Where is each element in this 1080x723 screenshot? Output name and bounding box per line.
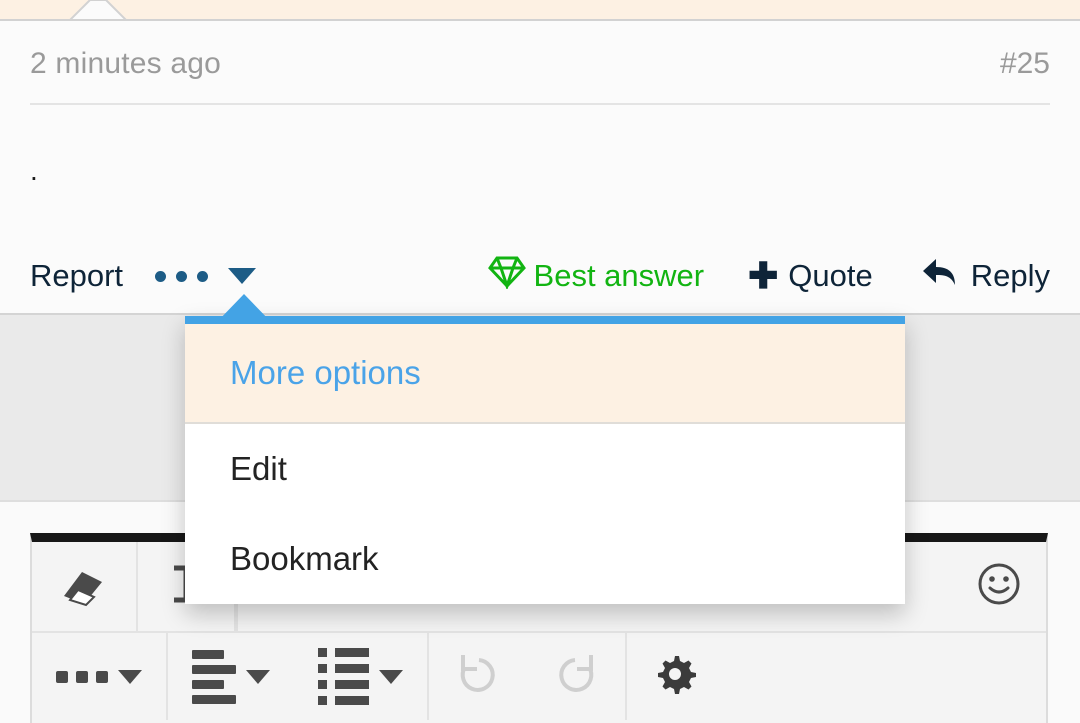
more-options-button[interactable] (155, 268, 257, 284)
reply-button[interactable]: Reply (921, 255, 1050, 297)
ellipsis-icon (56, 670, 108, 683)
best-answer-button[interactable]: Best answer (487, 255, 705, 297)
eraser-icon (56, 560, 112, 613)
reply-arrow-icon (921, 255, 963, 297)
toolbar-group-history (429, 633, 627, 720)
dropdown-header-more-options[interactable]: More options (185, 324, 905, 424)
redo-button[interactable] (527, 633, 625, 720)
post-number[interactable]: #25 (1000, 47, 1050, 81)
post-action-bar: Report Best answer ✚ Quote Reply (0, 243, 1080, 309)
undo-icon (453, 651, 503, 702)
quote-label: Quote (788, 258, 873, 293)
post-body: . (30, 155, 38, 186)
eraser-button[interactable] (32, 542, 136, 631)
page-root: 2 minutes ago #25 . Report Best answer ✚… (0, 0, 1080, 723)
toolbar-group-settings (627, 633, 723, 720)
post-date: 2 minutes ago (30, 47, 222, 80)
dropdown-pointer-icon (213, 292, 275, 324)
align-left-icon (192, 649, 236, 704)
dropdown-header-label: More options (230, 354, 421, 391)
chevron-down-icon (379, 669, 403, 684)
post-meta: 2 minutes ago #25 (30, 47, 1050, 81)
chevron-down-icon (246, 669, 270, 684)
post-divider (30, 103, 1050, 105)
chevron-down-icon (118, 669, 142, 684)
align-button[interactable] (168, 633, 294, 720)
settings-button[interactable] (627, 633, 723, 720)
diamond-icon (487, 255, 526, 297)
dropdown-item-edit[interactable]: Edit (185, 424, 905, 514)
gear-icon (651, 650, 699, 703)
list-button[interactable] (294, 633, 427, 720)
report-button[interactable]: Report (30, 258, 123, 294)
top-banner (0, 0, 1080, 21)
dropdown-item-label: Edit (230, 450, 287, 487)
reply-label: Reply (970, 258, 1050, 293)
redo-icon (551, 651, 601, 702)
toolbar-group-paragraph (168, 633, 429, 720)
chevron-down-icon (228, 268, 257, 284)
toolbar-group-clean (32, 542, 138, 631)
plus-icon: ✚ (748, 255, 779, 296)
report-label: Report (30, 258, 124, 293)
dropdown-item-bookmark[interactable]: Bookmark (185, 514, 905, 604)
toolbar-spacer-secondary (723, 633, 1046, 720)
more-formats-button[interactable] (32, 633, 166, 720)
post-card: 2 minutes ago #25 . Report Best answer ✚… (0, 21, 1080, 313)
triangle-notch-icon (68, 0, 128, 19)
toolbar-row-secondary (32, 631, 1046, 720)
undo-button[interactable] (429, 633, 527, 720)
bullet-list-icon (318, 648, 369, 705)
best-answer-label: Best answer (533, 258, 705, 293)
emoji-button[interactable] (952, 542, 1046, 631)
ellipsis-icon (155, 270, 209, 282)
toolbar-group-more-formats (32, 633, 168, 720)
dropdown-item-label: Bookmark (230, 540, 379, 577)
more-options-dropdown: More options Edit Bookmark (185, 294, 905, 604)
smiley-icon (976, 561, 1022, 612)
quote-button[interactable]: ✚ Quote (748, 258, 873, 294)
toolbar-group-emoji (952, 542, 1046, 631)
